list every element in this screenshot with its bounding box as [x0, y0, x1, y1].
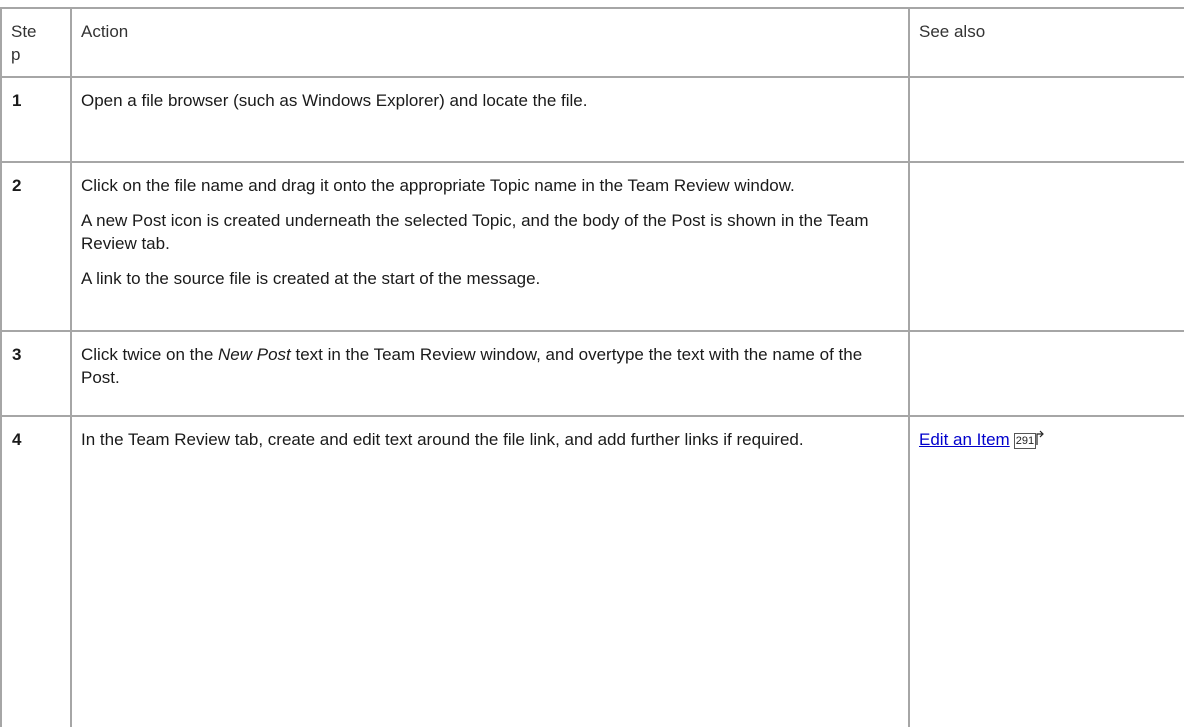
step-number: 4	[12, 429, 22, 449]
table-header-row: Step Action See also	[0, 6, 1184, 79]
step-cell: 1	[0, 76, 72, 164]
action-paragraph: A new Post icon is created underneath th…	[81, 209, 899, 255]
action-text: A link to the source file is created at …	[81, 269, 541, 289]
header-step-label: Step	[11, 22, 37, 64]
table-row: 3 Click twice on the New Post text in th…	[0, 329, 1184, 417]
header-see-also-cell: See also	[908, 6, 1184, 79]
step-cell: 4	[0, 414, 72, 727]
action-text: In the Team Review tab, create and edit …	[81, 429, 804, 449]
action-paragraph: In the Team Review tab, create and edit …	[81, 428, 899, 451]
table-row: 1 Open a file browser (such as Windows E…	[0, 76, 1184, 164]
header-step-cell: Step	[0, 6, 72, 79]
steps-table: Step Action See also 1 Open a file brows…	[0, 6, 1184, 727]
action-content: Open a file browser (such as Windows Exp…	[72, 78, 908, 112]
header-action-cell: Action	[70, 6, 910, 79]
action-content: In the Team Review tab, create and edit …	[72, 417, 908, 451]
ui-term-text: New Post	[218, 344, 291, 364]
step-number: 1	[12, 91, 22, 111]
header-action-label: Action	[81, 22, 129, 41]
action-paragraph: Click on the file name and drag it onto …	[81, 174, 899, 197]
action-cell: Open a file browser (such as Windows Exp…	[70, 76, 910, 164]
action-text: Click on the file name and drag it onto …	[81, 176, 795, 196]
edit-an-item-link[interactable]: Edit an Item	[919, 430, 1010, 449]
action-content: Click twice on the New Post text in the …	[72, 332, 908, 389]
action-cell: In the Team Review tab, create and edit …	[70, 414, 910, 727]
action-text: Click twice on the	[81, 344, 218, 364]
step-cell: 3	[0, 329, 72, 417]
action-content: Click on the file name and drag it onto …	[72, 163, 908, 290]
table-row: 2 Click on the file name and drag it ont…	[0, 161, 1184, 332]
step-number: 3	[12, 344, 22, 364]
see-also-cell	[908, 329, 1184, 417]
page-number-badge: 291	[1013, 432, 1037, 449]
action-paragraph: Click twice on the New Post text in the …	[81, 343, 899, 389]
header-see-also-label: See also	[919, 22, 986, 41]
action-text: A new Post icon is created underneath th…	[81, 211, 869, 254]
action-paragraph: A link to the source file is created at …	[81, 267, 899, 290]
action-cell: Click on the file name and drag it onto …	[70, 161, 910, 332]
see-also-cell	[908, 76, 1184, 164]
page-reference-arrow-icon	[1036, 428, 1046, 445]
action-paragraph: Open a file browser (such as Windows Exp…	[81, 89, 899, 112]
action-text: Open a file browser (such as Windows Exp…	[81, 91, 588, 111]
step-number: 2	[12, 176, 22, 196]
table-row: 4 In the Team Review tab, create and edi…	[0, 414, 1184, 727]
step-cell: 2	[0, 161, 72, 332]
see-also-content: Edit an Item 291	[910, 417, 1184, 451]
action-cell: Click twice on the New Post text in the …	[70, 329, 910, 417]
see-also-cell: Edit an Item 291	[908, 414, 1184, 727]
see-also-cell	[908, 161, 1184, 332]
